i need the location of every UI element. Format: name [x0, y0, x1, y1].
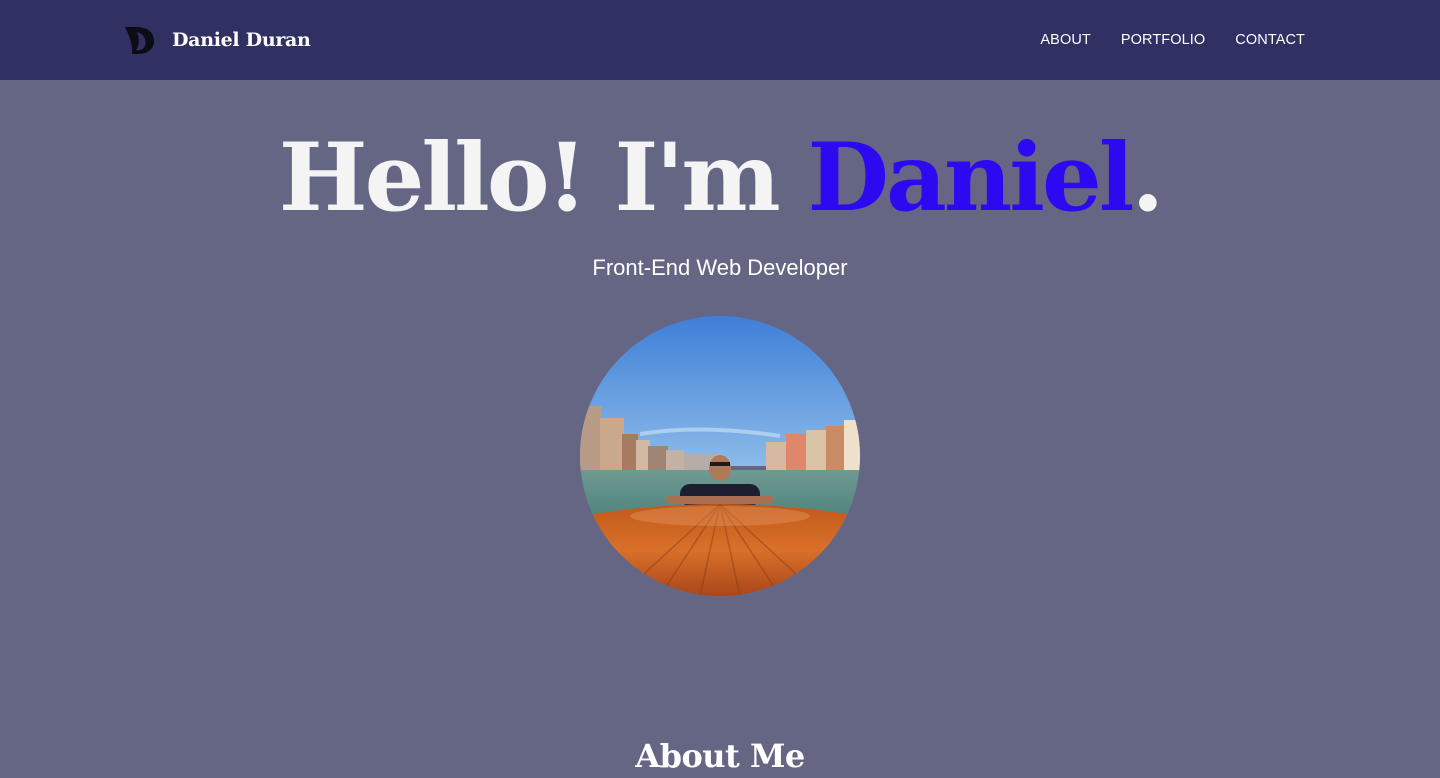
nav-links: ABOUT PORTFOLIO CONTACT	[1040, 0, 1305, 80]
hero-name: Daniel	[807, 123, 1134, 233]
profile-photo	[580, 316, 860, 596]
d-letter-logo-icon	[125, 27, 154, 54]
nav-about-link[interactable]: ABOUT	[1040, 32, 1090, 48]
hero-subtitle: Front-End Web Developer	[592, 255, 848, 280]
nav-portfolio-link[interactable]: PORTFOLIO	[1121, 32, 1205, 48]
about-title: About Me	[635, 737, 805, 775]
brand-link[interactable]: Daniel Duran	[123, 24, 311, 56]
nav-contact-link[interactable]: CONTACT	[1235, 32, 1305, 48]
profile-photo-image	[580, 316, 860, 596]
navbar: Daniel Duran ABOUT PORTFOLIO CONTACT	[0, 0, 1440, 80]
hero-period: .	[1131, 123, 1164, 233]
hero-greeting: Hello! I'm	[278, 123, 808, 233]
brand-name: Daniel Duran	[172, 29, 311, 51]
hero-title: Hello! I'm Daniel.	[0, 118, 1440, 238]
